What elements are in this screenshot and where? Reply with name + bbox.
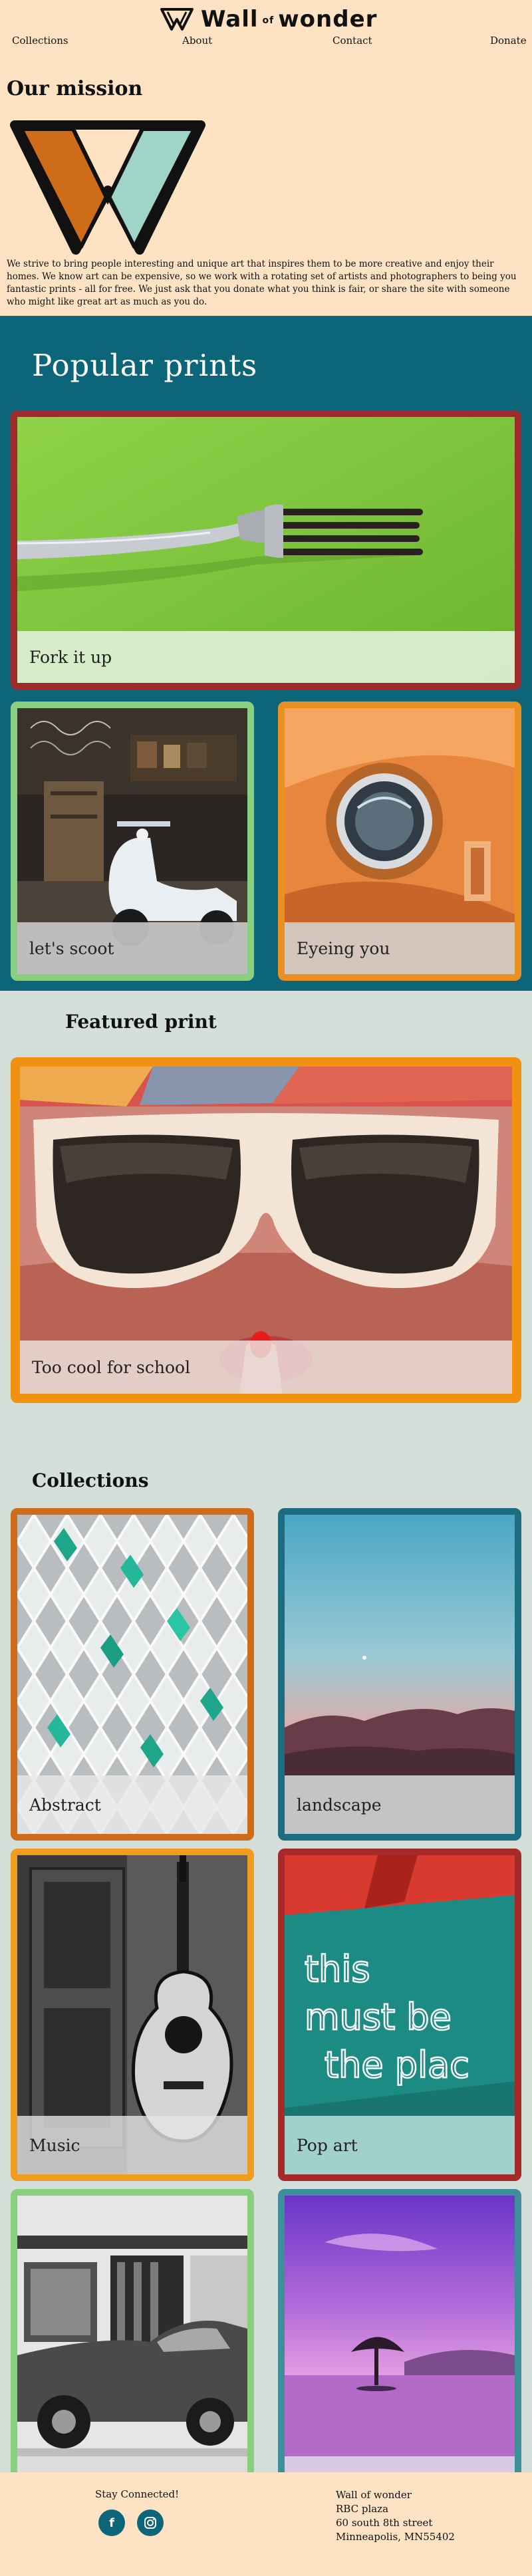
nav-contact[interactable]: Contact <box>332 35 372 47</box>
print-caption: Fork it up <box>17 631 515 683</box>
mission-section: Our mission We strive to bring people in… <box>0 60 532 316</box>
mission-logo-icon <box>10 120 205 255</box>
main-nav: Collections About Contact Donate <box>0 35 532 49</box>
logo-text: Wall of wonder <box>201 6 378 33</box>
collection-card-abstract[interactable]: Abstract <box>11 1508 254 1841</box>
svg-text:this: this <box>305 1948 370 1990</box>
collection-card-landscape[interactable]: landscape <box>278 1508 521 1841</box>
popular-prints-section: Popular prints Fork it up let's scoot Ey… <box>0 316 532 991</box>
address-line: Wall of wonder <box>336 2489 412 2501</box>
facebook-icon[interactable]: f <box>98 2510 125 2536</box>
svg-text:must be: must be <box>305 1996 452 2038</box>
popular-title: Popular prints <box>32 348 258 383</box>
mission-title: Our mission <box>7 77 143 100</box>
collection-card-vivid[interactable]: Vivid <box>278 2189 521 2521</box>
footer-address: Wall of wonder RBC plaza 60 south 8th st… <box>336 2488 455 2544</box>
mission-text: We strive to bring people interesting an… <box>7 259 517 308</box>
collection-card-vehicles[interactable]: Vehicles <box>11 2189 254 2521</box>
instagram-icon[interactable] <box>137 2510 164 2536</box>
logo-mark-icon <box>160 8 194 31</box>
address-line: 60 south 8th street <box>336 2517 433 2529</box>
nav-donate[interactable]: Donate <box>490 35 527 47</box>
print-card-scooter[interactable]: let's scoot <box>11 702 254 981</box>
collection-caption: Music <box>17 2116 247 2174</box>
print-caption: let's scoot <box>17 922 247 974</box>
collection-caption: Abstract <box>17 1775 247 1834</box>
svg-text:the plac: the plac <box>325 2044 469 2086</box>
collections-title: Collections <box>32 1470 149 1491</box>
featured-print-card[interactable]: Too cool for school <box>11 1057 521 1403</box>
stay-connected-label: Stay Connected! <box>95 2488 180 2500</box>
address-line: Minneapolis, MN55402 <box>336 2531 455 2543</box>
site-logo[interactable]: Wall of wonder <box>160 6 378 33</box>
print-caption: Eyeing you <box>285 922 515 974</box>
collection-caption: Pop art <box>285 2116 515 2174</box>
print-card-headlight[interactable]: Eyeing you <box>278 702 521 981</box>
print-card-fork[interactable]: Fork it up <box>11 410 521 690</box>
collections-section: Collections Abstract landscape Music thi… <box>0 1443 532 2521</box>
nav-about[interactable]: About <box>182 35 212 47</box>
featured-title: Featured print <box>65 1011 217 1033</box>
featured-print-section: Featured print Too cool for school <box>0 991 532 1443</box>
address-line: RBC plaza <box>336 2503 389 2515</box>
featured-caption: Too cool for school <box>20 1341 512 1394</box>
collection-card-music[interactable]: Music <box>11 1849 254 2181</box>
site-footer: Stay Connected! f Wall of wonder RBC pla… <box>0 2472 532 2576</box>
collection-caption: landscape <box>285 1775 515 1834</box>
collection-card-pop-art[interactable]: this must be the plac Pop art <box>278 1849 521 2181</box>
nav-collections[interactable]: Collections <box>12 35 68 47</box>
site-header: Wall of wonder Collections About Contact D… <box>0 0 532 60</box>
